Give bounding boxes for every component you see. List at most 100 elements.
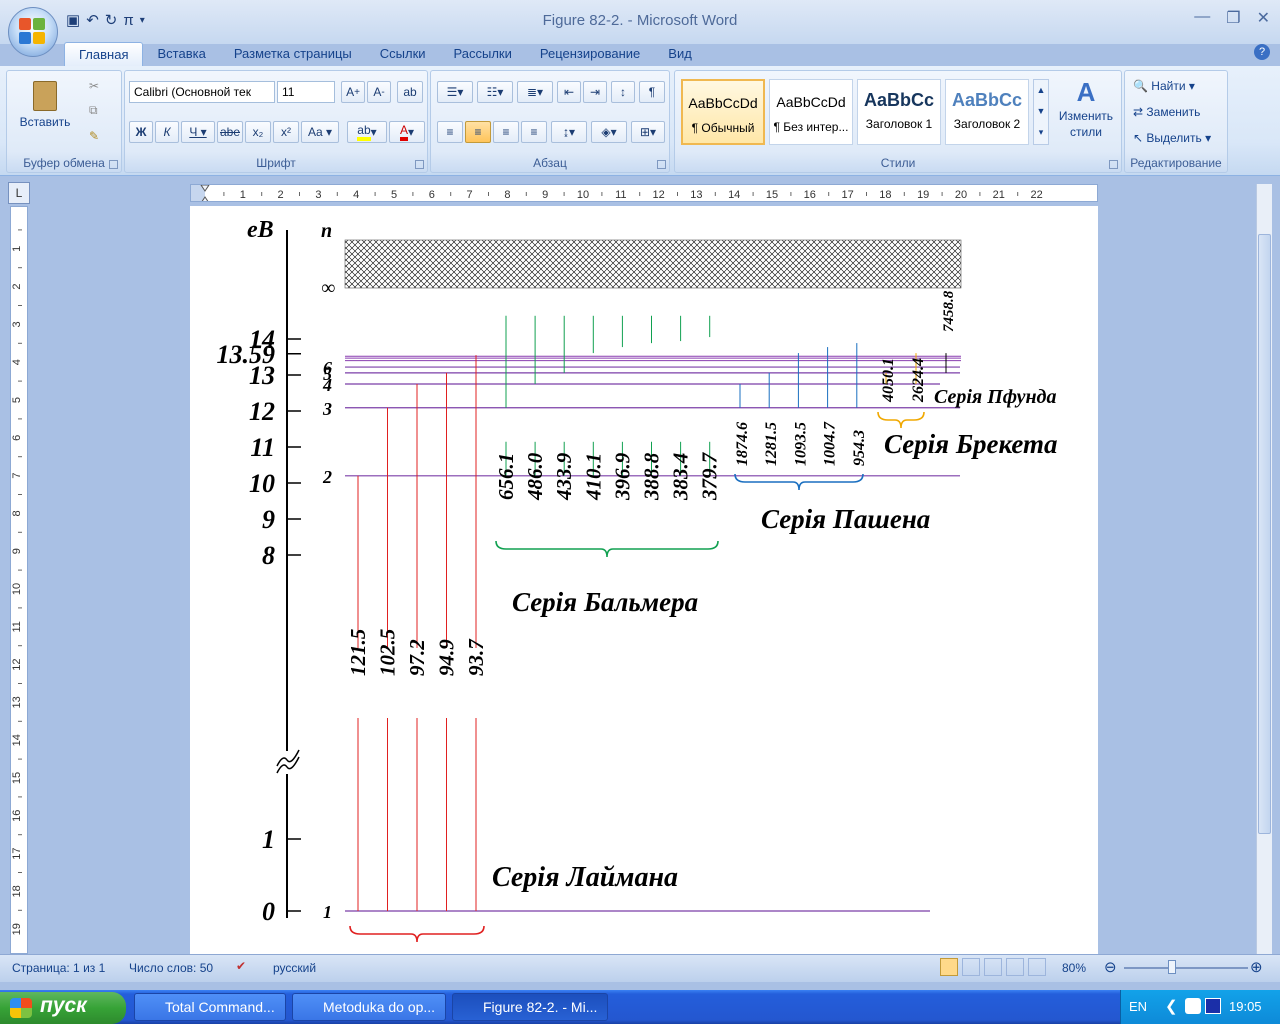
office-button[interactable] (8, 7, 58, 57)
maximize-icon[interactable]: ❐ (1226, 8, 1240, 28)
wavelength-label: 433.9 (552, 452, 576, 501)
format-painter-icon[interactable]: ✎ (89, 129, 99, 143)
vertical-ruler[interactable]: 12345678910111213141516171819 (10, 206, 28, 954)
ruler-number: 16 (11, 810, 23, 822)
vertical-scrollbar[interactable] (1256, 184, 1272, 954)
select-button[interactable]: ↖ Выделить ▾ (1133, 131, 1211, 145)
tab-mailings[interactable]: Рассылки (440, 42, 526, 66)
highlight-button[interactable]: ab ▾ (347, 121, 387, 143)
subscript-button[interactable]: x₂ (245, 121, 271, 143)
language-bar[interactable]: EN (1129, 999, 1147, 1014)
print-layout-icon[interactable] (940, 958, 958, 976)
tray-expand-icon[interactable]: ❮ (1165, 997, 1178, 1015)
copy-icon[interactable]: ⧉ (89, 103, 98, 118)
sort-button[interactable]: ↕ (611, 81, 635, 103)
ruler-number: 12 (652, 189, 664, 201)
clipboard-launcher-icon[interactable] (109, 160, 118, 169)
horizontal-ruler[interactable]: 1 2 3 4 5 6 7 8 9 10 11 12 13 14 15 16 17 18 19 20 21 22 (190, 184, 1098, 202)
zoom-slider-thumb[interactable] (1168, 960, 1176, 974)
series-name: Серія Бальмера (512, 587, 698, 617)
replace-button[interactable]: ⇄ Заменить (1133, 105, 1200, 119)
tray-player-icon[interactable] (1205, 998, 1221, 1014)
bold-button[interactable]: Ж (129, 121, 153, 143)
proofing-icon[interactable]: ✔ (236, 959, 246, 973)
zoom-in-icon[interactable]: ⊕ (1250, 958, 1263, 976)
zoom-level[interactable]: 80% (1062, 961, 1086, 975)
outline-icon[interactable] (1006, 958, 1024, 976)
underline-button[interactable]: Ч ▾ (181, 121, 215, 143)
task-metoduka[interactable]: Metoduka do op... (292, 993, 446, 1021)
page-count[interactable]: Страница: 1 из 1 (12, 961, 105, 975)
series-name: Серія Пашена (761, 504, 930, 534)
task-total-commander[interactable]: Total Command... (134, 993, 286, 1021)
increase-indent-button[interactable]: ⇥ (583, 81, 607, 103)
ionization-continuum (344, 239, 962, 289)
italic-button[interactable]: К (155, 121, 179, 143)
multilevel-list-button[interactable]: ≣▾ (517, 81, 553, 103)
close-icon[interactable]: ✕ (1257, 8, 1270, 28)
align-center-button[interactable]: ≡ (465, 121, 491, 143)
find-button[interactable]: 🔍 Найти ▾ (1133, 79, 1195, 93)
tab-insert[interactable]: Вставка (143, 42, 219, 66)
font-launcher-icon[interactable] (415, 160, 424, 169)
paragraph-launcher-icon[interactable] (657, 160, 666, 169)
style-no-spacing[interactable]: AaBbCcDd ¶ Без интер... (769, 79, 853, 145)
web-layout-icon[interactable] (984, 958, 1002, 976)
clear-format-button[interactable]: ab (397, 81, 423, 103)
axis-break-icon (276, 749, 300, 774)
show-marks-button[interactable]: ¶ (639, 81, 665, 103)
bullets-button[interactable]: ☰▾ (437, 81, 473, 103)
scroll-thumb[interactable] (1258, 234, 1271, 834)
tab-selector[interactable]: L (8, 182, 30, 204)
wavelength-label: 486.0 (523, 452, 547, 501)
ruler-number: 14 (11, 734, 23, 746)
wavelength-label: 94.9 (435, 639, 459, 676)
minimize-icon[interactable]: — (1194, 8, 1210, 28)
superscript-button[interactable]: x² (273, 121, 299, 143)
tab-references[interactable]: Ссылки (366, 42, 440, 66)
language-indicator[interactable]: русский (273, 961, 316, 975)
draft-icon[interactable] (1028, 958, 1046, 976)
numbering-button[interactable]: ☷▾ (477, 81, 513, 103)
word-count[interactable]: Число слов: 50 (129, 961, 213, 975)
style-normal[interactable]: AaBbCcDd ¶ Обычный (681, 79, 765, 145)
zoom-slider[interactable] (1124, 967, 1248, 969)
level-n-label: 2 (322, 467, 332, 487)
cut-icon[interactable]: ✂ (89, 79, 99, 93)
ruler-number: 22 (1030, 189, 1042, 201)
ruler-number: 10 (577, 189, 589, 201)
shrink-font-button[interactable]: A- (367, 81, 391, 103)
ruler-number: 7 (11, 473, 23, 479)
zoom-out-icon[interactable]: ⊖ (1104, 958, 1117, 976)
decrease-indent-button[interactable]: ⇤ (557, 81, 581, 103)
wavelength-label: 1004.7 (822, 421, 839, 466)
paste-button[interactable]: Вставить (17, 77, 73, 141)
styles-scroll[interactable]: ▲ ▼ ▾ (1033, 79, 1049, 145)
tab-view[interactable]: Вид (654, 42, 706, 66)
borders-button[interactable]: ⊞▾ (631, 121, 665, 143)
help-icon[interactable]: ? (1254, 44, 1270, 60)
shading-button[interactable]: ◈▾ (591, 121, 627, 143)
font-color-button[interactable]: A ▾ (389, 121, 425, 143)
tab-review[interactable]: Рецензирование (526, 42, 654, 66)
reading-icon[interactable] (962, 958, 980, 976)
task-figure-word[interactable]: Figure 82-2. - Mi... (452, 993, 608, 1021)
energy-tick-label: 1 (262, 825, 275, 854)
style-heading-2[interactable]: AaBbCc Заголовок 2 (945, 79, 1029, 145)
font-family-select[interactable]: Calibri (Основной тек (129, 81, 275, 103)
align-left-button[interactable]: ≡ (437, 121, 463, 143)
line-spacing-button[interactable]: ↨▾ (551, 121, 587, 143)
justify-button[interactable]: ≡ (521, 121, 547, 143)
strikethrough-button[interactable]: abe (217, 121, 243, 143)
change-case-button[interactable]: Aa ▾ (301, 121, 339, 143)
style-heading-1[interactable]: AaBbCc Заголовок 1 (857, 79, 941, 145)
align-right-button[interactable]: ≡ (493, 121, 519, 143)
tab-page-layout[interactable]: Разметка страницы (220, 42, 366, 66)
tray-app-icon[interactable] (1185, 998, 1201, 1014)
change-styles-button[interactable]: A Изменить стили (1053, 77, 1119, 157)
tab-home[interactable]: Главная (64, 42, 144, 66)
start-button[interactable]: пуск (0, 992, 126, 1024)
styles-launcher-icon[interactable] (1109, 160, 1118, 169)
font-size-select[interactable]: 11 (277, 81, 335, 103)
grow-font-button[interactable]: A + (341, 81, 365, 103)
